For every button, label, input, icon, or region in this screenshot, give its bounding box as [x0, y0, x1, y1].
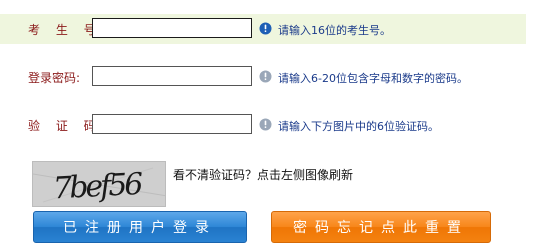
- captcha-refresh-note: 看不清验证码？点击左侧图像刷新: [173, 168, 354, 182]
- info-icon: [259, 118, 272, 131]
- password-row: 登录密码: 请输入6-20位包含字母和数字的密码。: [0, 62, 526, 92]
- registered-user-login-button[interactable]: 已注册用户登录: [33, 211, 247, 243]
- captcha-text: 7bef56: [52, 167, 144, 207]
- verification-code-hint: 请输入下方图片中的6位验证码。: [278, 120, 439, 133]
- login-form-page: 考 生 号: 请输入16位的考生号。 登录密码: 请输入6-20位包含字母和数字…: [0, 0, 538, 249]
- password-hint: 请输入6-20位包含字母和数字的密码。: [278, 72, 468, 85]
- captcha-image[interactable]: 7bef56: [32, 161, 166, 207]
- info-icon: [259, 22, 272, 35]
- verification-code-input[interactable]: [92, 114, 252, 134]
- captcha-graphic: 7bef56: [33, 162, 165, 207]
- password-reset-button[interactable]: 密码忘记点此重置: [271, 211, 491, 243]
- exam-number-row: 考 生 号: 请输入16位的考生号。: [0, 14, 526, 44]
- exam-number-hint: 请输入16位的考生号。: [278, 24, 391, 37]
- password-label: 登录密码:: [28, 71, 81, 85]
- password-input[interactable]: [92, 66, 252, 86]
- info-icon: [259, 70, 272, 83]
- exam-number-input[interactable]: [92, 18, 252, 38]
- verification-code-row: 验 证 码: 请输入下方图片中的6位验证码。: [0, 110, 526, 140]
